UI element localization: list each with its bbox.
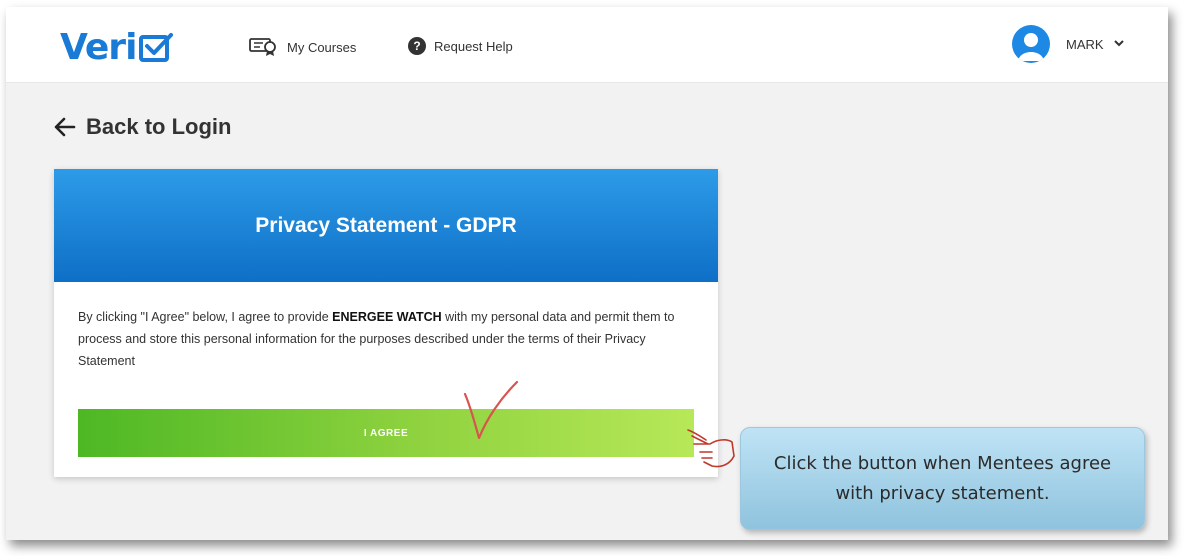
arrow-left-icon — [54, 117, 76, 137]
company-name: ENERGEE WATCH — [332, 310, 442, 324]
logo-text: Veri — [60, 26, 137, 68]
logo-checkbox-icon — [139, 31, 174, 63]
user-name: MARK — [1066, 36, 1104, 52]
app-logo[interactable]: Veri — [60, 25, 174, 69]
privacy-card-title: Privacy Statement - GDPR — [255, 213, 517, 237]
back-to-login-link[interactable]: Back to Login — [54, 114, 231, 140]
i-agree-button[interactable]: I AGREE — [78, 409, 694, 457]
certificate-icon — [249, 37, 279, 57]
privacy-card-header: Privacy Statement - GDPR — [54, 169, 718, 282]
privacy-statement-text: By clicking "I Agree" below, I agree to … — [54, 282, 718, 372]
nav-request-help-label: Request Help — [434, 38, 513, 54]
user-menu[interactable]: MARK — [1012, 25, 1124, 63]
question-circle-icon: ? — [408, 37, 426, 55]
chevron-down-icon[interactable] — [1113, 39, 1124, 50]
privacy-statement-card: Privacy Statement - GDPR By clicking "I … — [54, 169, 718, 477]
screenshot-frame: Veri My Courses ? Request Help MARK Back… — [6, 7, 1168, 540]
privacy-text-intro: By clicking "I Agree" below, I agree to … — [78, 310, 333, 324]
top-navigation-bar: Veri My Courses ? Request Help MARK — [6, 7, 1168, 83]
callout-text: Click the button when Mentees agree with… — [773, 452, 1112, 504]
nav-my-courses-label: My Courses — [287, 39, 357, 55]
nav-request-help[interactable]: ? Request Help — [408, 37, 513, 55]
instruction-callout: Click the button when Mentees agree with… — [740, 427, 1145, 530]
user-avatar-icon — [1012, 25, 1050, 63]
pointing-hand-icon — [686, 422, 736, 479]
red-checkmark-annotation — [461, 380, 521, 447]
back-to-login-label: Back to Login — [86, 114, 232, 139]
nav-my-courses[interactable]: My Courses — [249, 37, 356, 57]
